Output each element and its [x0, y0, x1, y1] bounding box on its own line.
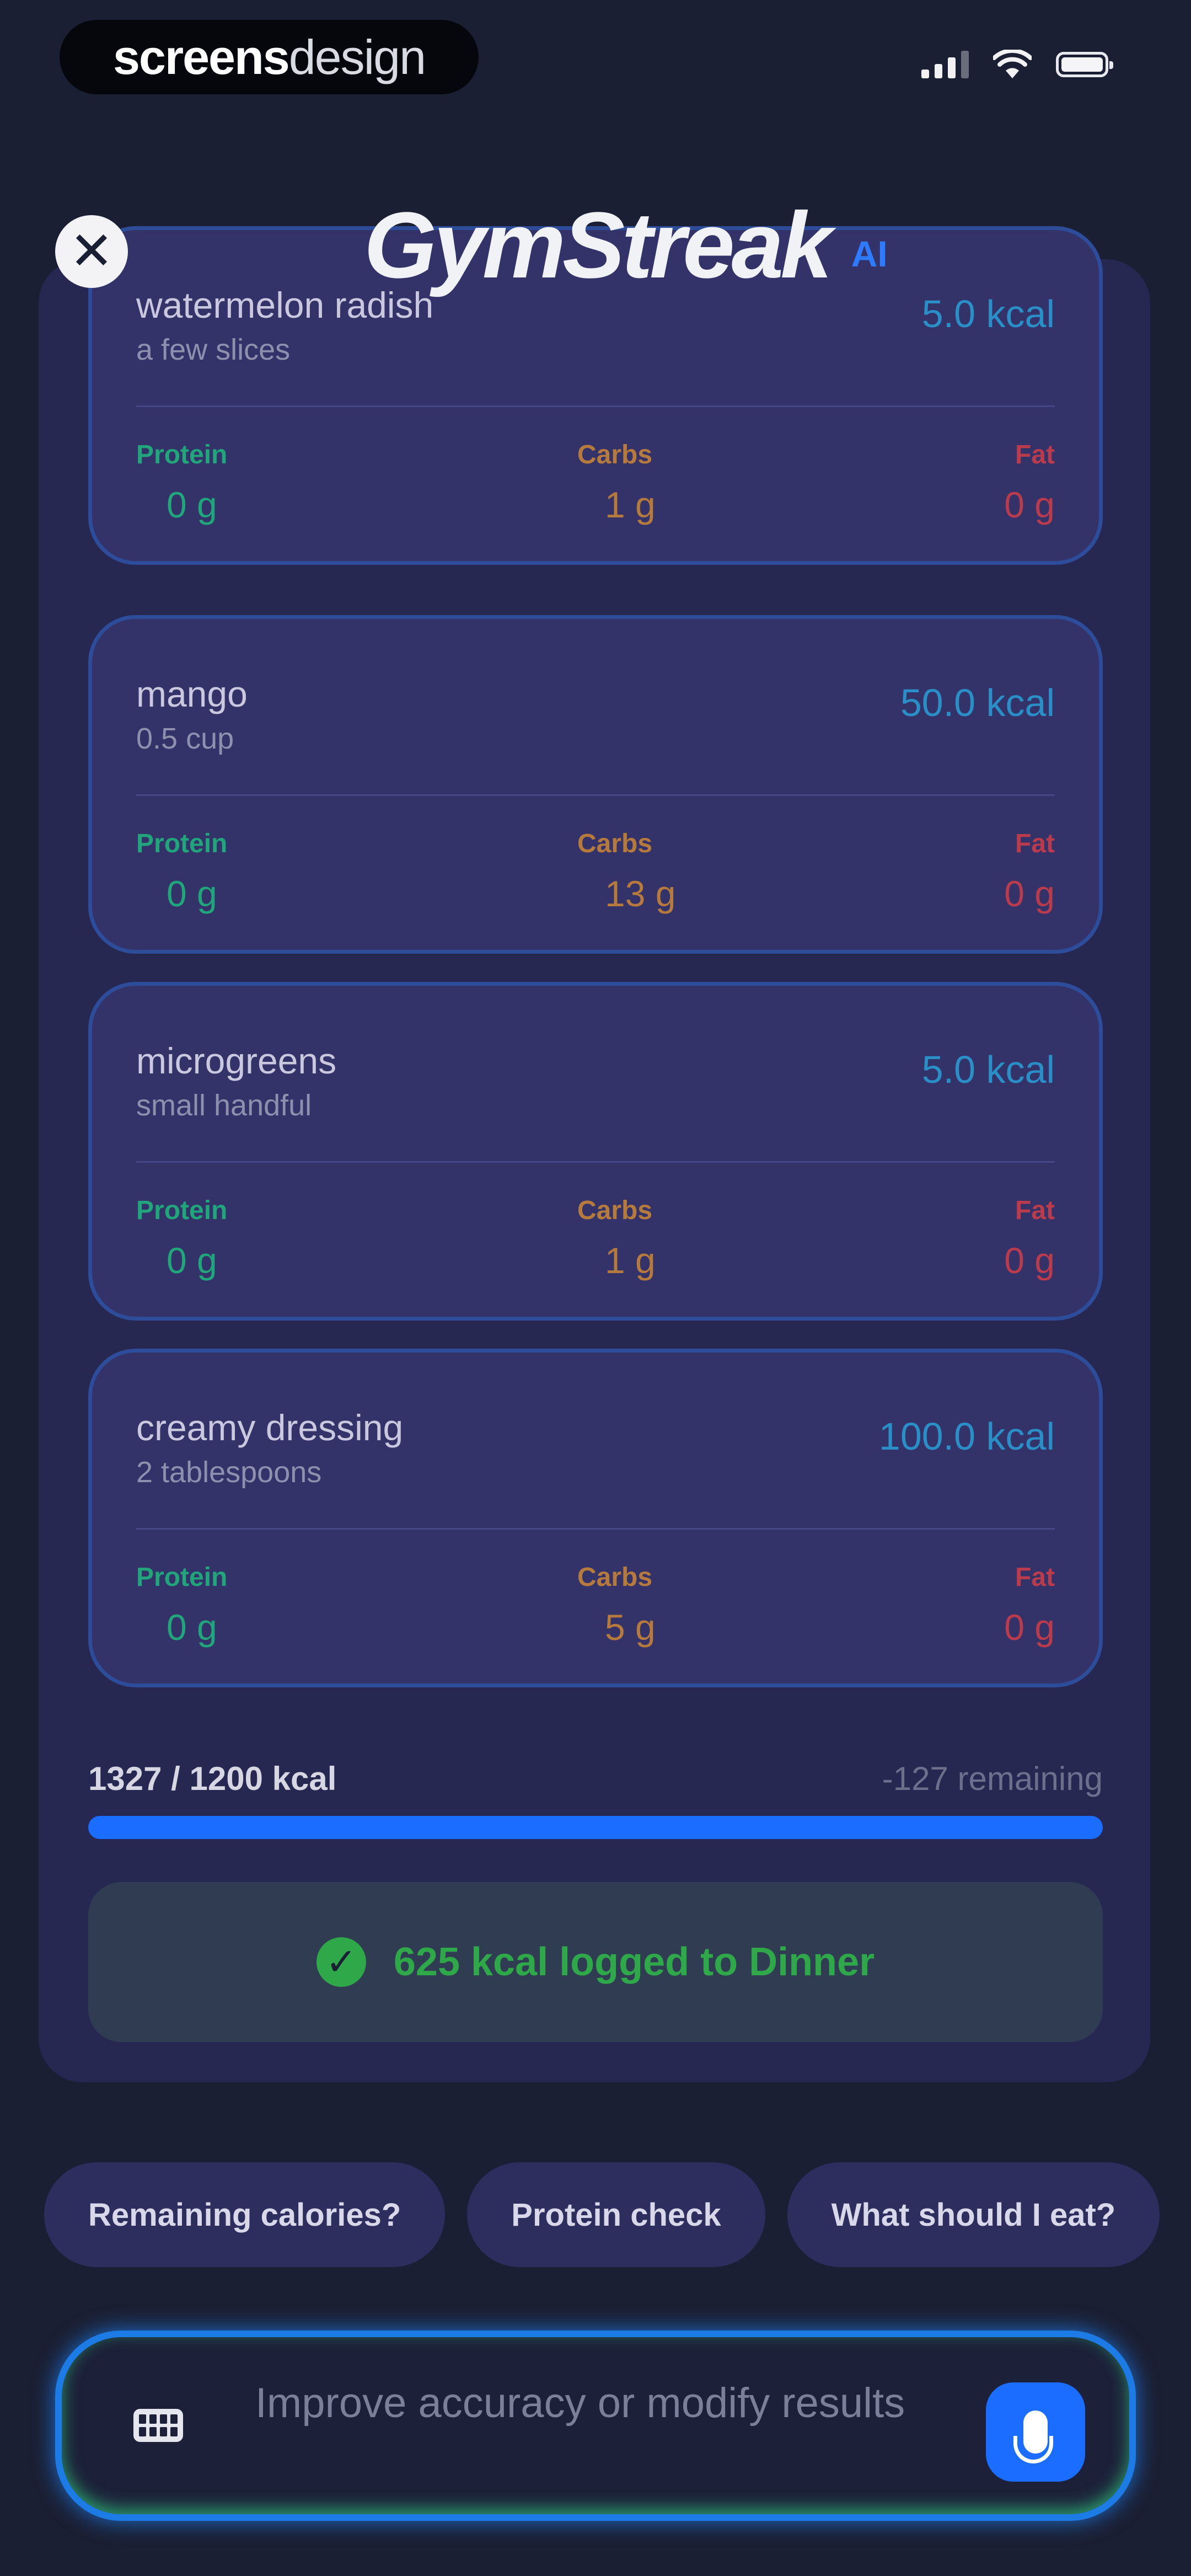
chat-input-bar[interactable]: Improve accuracy or modify results [55, 2331, 1136, 2521]
divider [136, 794, 1055, 796]
chip-remaining-calories[interactable]: Remaining calories? [44, 2162, 446, 2267]
protein-value: 0 g [167, 484, 217, 525]
food-portion: 2 tablespoons [136, 1456, 322, 1489]
protein-label: Protein [136, 440, 228, 469]
carbs-value: 1 g [605, 1240, 656, 1281]
fat-value: 0 g [1004, 1240, 1055, 1281]
chip-protein-check[interactable]: Protein check [467, 2162, 765, 2267]
wifi-icon [993, 50, 1032, 78]
checkmark-icon: ✓ [316, 1937, 366, 1987]
food-item-card[interactable]: microgreens small handful 5.0 kcal Protein C… [88, 982, 1103, 1321]
calorie-progress-fill [88, 1816, 1103, 1839]
protein-label: Protein [136, 1563, 228, 1592]
logo-wordmark: GymStreak [364, 193, 833, 298]
gymstreak-logo: GymStreak AI [364, 199, 888, 292]
divider [136, 405, 1055, 407]
battery-icon [1056, 52, 1113, 77]
chip-what-to-eat[interactable]: What should I eat? [787, 2162, 1160, 2267]
logged-confirmation-banner: ✓ 625 kcal logged to Dinner [88, 1882, 1103, 2042]
carbs-value: 13 g [605, 873, 676, 914]
food-name: mango [136, 674, 248, 714]
protein-label: Protein [136, 1196, 228, 1225]
carbs-label: Carbs [577, 829, 653, 858]
watermark-bold: screens [112, 29, 290, 84]
food-calories: 50.0 kcal [900, 681, 1055, 724]
fat-label: Fat [1015, 440, 1055, 469]
close-icon: ✕ [69, 222, 114, 281]
fat-value: 0 g [1004, 873, 1055, 914]
carbs-value: 5 g [605, 1607, 656, 1648]
fat-label: Fat [1015, 829, 1055, 858]
carbs-label: Carbs [577, 1563, 653, 1592]
food-calories: 5.0 kcal [921, 292, 1055, 335]
fat-value: 0 g [1004, 1607, 1055, 1648]
keyboard-icon[interactable] [133, 2409, 183, 2442]
protein-value: 0 g [167, 1607, 217, 1648]
calorie-progress-bar [88, 1816, 1103, 1839]
logged-message: 625 kcal logged to Dinner [393, 1940, 875, 1984]
carbs-label: Carbs [577, 1196, 653, 1225]
close-button[interactable]: ✕ [55, 215, 128, 288]
ai-badge: AI [851, 233, 888, 274]
food-portion: 0.5 cup [136, 722, 234, 755]
fat-label: Fat [1015, 1563, 1055, 1592]
fat-label: Fat [1015, 1196, 1055, 1225]
calories-remaining: -127 remaining [882, 1760, 1103, 1797]
chat-input-field[interactable]: Improve accuracy or modify results [238, 2370, 922, 2436]
microphone-button[interactable] [986, 2382, 1085, 2482]
food-portion: a few slices [136, 333, 291, 366]
cellular-signal-icon [921, 51, 969, 78]
suggestion-chips: Remaining calories? Protein check What s… [44, 2162, 1160, 2267]
screensdesign-watermark: screens design [60, 20, 479, 94]
divider [136, 1528, 1055, 1530]
food-item-card[interactable]: mango 0.5 cup 50.0 kcal Protein Carbs Fat 0 g 1… [88, 615, 1103, 954]
food-name: creamy dressing [136, 1407, 404, 1448]
carbs-value: 1 g [605, 484, 656, 525]
protein-value: 0 g [167, 1240, 217, 1281]
divider [136, 1161, 1055, 1163]
food-calories: 5.0 kcal [921, 1048, 1055, 1091]
status-bar-icons [921, 50, 1113, 79]
food-calories: 100.0 kcal [878, 1415, 1055, 1458]
microphone-icon [1013, 2411, 1053, 2463]
protein-label: Protein [136, 829, 228, 858]
screen: screens design watermelon radish a few sli… [0, 0, 1191, 2576]
calorie-total: 1327 / 1200 kcal [88, 1760, 337, 1797]
watermark-regular: design [288, 29, 426, 84]
protein-value: 0 g [167, 873, 217, 914]
food-portion: small handful [136, 1089, 312, 1122]
fat-value: 0 g [1004, 484, 1055, 525]
food-item-card[interactable]: creamy dressing 2 tablespoons 100.0 kcal Pr… [88, 1349, 1103, 1687]
food-name: microgreens [136, 1040, 337, 1081]
carbs-label: Carbs [577, 440, 653, 469]
